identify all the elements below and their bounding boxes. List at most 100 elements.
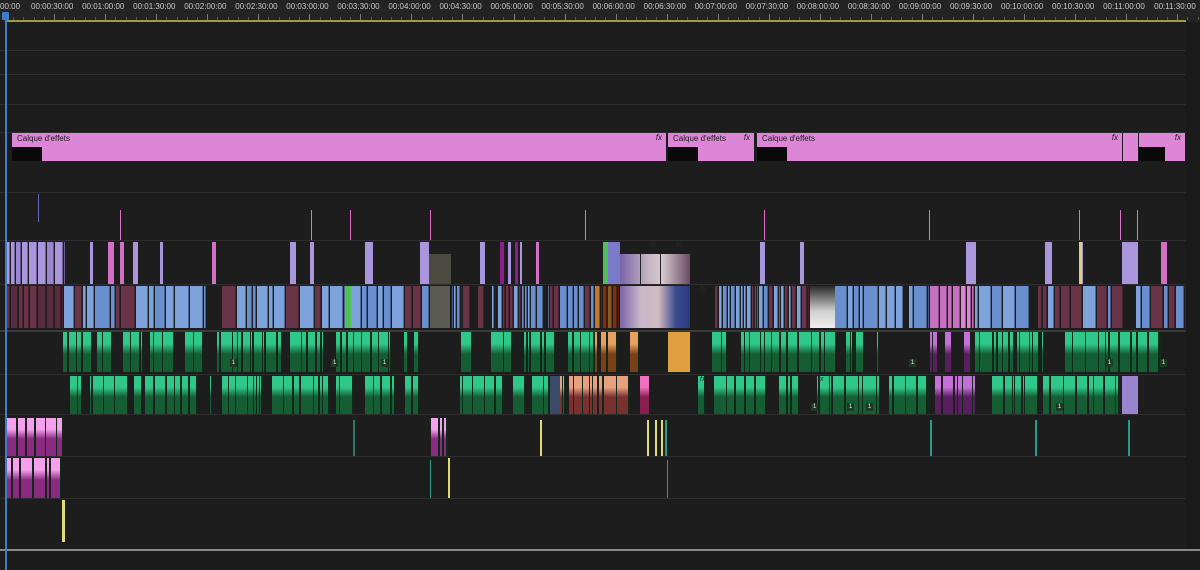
video-clip[interactable] [7,242,10,284]
video-clip[interactable] [751,286,754,328]
video-clip[interactable] [361,286,368,328]
video-clip[interactable] [757,286,759,328]
video-thumbnail[interactable] [620,286,690,328]
video-clip[interactable] [1003,286,1015,328]
audio-clip[interactable] [812,332,821,372]
audio-clip[interactable] [573,332,581,372]
video-clip[interactable] [864,286,879,328]
audio-clip[interactable] [1131,332,1138,372]
audio-clip[interactable] [133,376,143,414]
audio-clip[interactable] [761,332,765,372]
audio-clip[interactable] [1064,376,1077,414]
video-clip[interactable] [518,286,521,328]
audio-clip[interactable] [963,376,973,414]
video-clip[interactable] [1060,286,1071,328]
video-clip[interactable] [847,286,853,328]
clip-marker[interactable] [764,210,765,240]
audio-clip[interactable] [389,332,392,372]
audio-clip[interactable] [123,332,131,372]
audio-clip[interactable] [935,376,943,414]
audio-clip[interactable] [958,376,963,414]
audio-clip[interactable] [115,376,128,414]
video-clip[interactable] [773,286,778,328]
audio-clip[interactable] [184,332,194,372]
adjustment-clip[interactable]: Calque d'effets fx [668,133,754,161]
audio-clip[interactable] [97,332,103,372]
video-clip[interactable] [7,286,11,328]
audio-clip[interactable] [544,376,550,414]
audio-clip[interactable] [78,376,82,414]
video-clip[interactable] [741,286,744,328]
audio-clip[interactable] [70,376,78,414]
audio-clip[interactable] [289,332,302,372]
video-clip[interactable] [1048,286,1054,328]
audio-clip[interactable] [942,376,954,414]
audio-clip[interactable] [893,376,906,414]
video-clip[interactable] [420,242,429,284]
audio-clip[interactable] [341,332,348,372]
audio-clip[interactable] [140,332,144,372]
audio-clip[interactable] [569,376,574,414]
audio-clip[interactable] [277,332,282,372]
video-clip[interactable] [584,286,591,328]
audio-clip[interactable] [238,332,242,372]
video-clip[interactable] [506,286,509,328]
video-clip[interactable] [548,286,550,328]
audio-clip[interactable] [46,458,51,498]
video-clip[interactable] [16,242,22,284]
audio-clip[interactable] [62,500,65,542]
video-clip[interactable] [95,286,111,328]
audio-clip[interactable] [1004,376,1013,414]
audio-clip[interactable] [166,376,175,414]
clip-edit-point[interactable] [640,254,641,284]
time-ruler[interactable]: 00:00 00:00:30:00 00:01:00:00 00:01:30:00 00… [0,0,1200,22]
video-clip[interactable] [310,242,314,284]
audio-clip[interactable] [1015,376,1023,414]
audio-clip[interactable] [973,376,977,414]
video-clip[interactable] [1112,286,1124,328]
audio-clip[interactable] [443,418,447,456]
video-clip[interactable] [1107,286,1112,328]
audio-clip[interactable] [448,458,450,498]
audio-clip[interactable] [980,332,994,372]
audio-clip[interactable] [353,420,355,456]
clip-marker[interactable] [1120,210,1121,240]
audio-clip[interactable] [1137,332,1149,372]
audio-clip[interactable] [46,418,57,456]
video-clip[interactable] [329,286,344,328]
video-clip[interactable] [578,286,584,328]
video-clip[interactable] [1037,286,1042,328]
audio-clip[interactable] [877,376,881,414]
video-clip[interactable] [719,286,723,328]
video-clip[interactable] [736,286,741,328]
audio-clip[interactable] [1076,376,1089,414]
audio-clip[interactable] [189,376,198,414]
audio-clip[interactable] [461,332,473,372]
video-clip[interactable] [175,286,189,328]
video-clip[interactable] [133,242,138,284]
audio-clip[interactable] [563,376,565,414]
audio-clip[interactable] [149,332,154,372]
audio-clip[interactable] [607,332,618,372]
audio-clip[interactable] [590,332,594,372]
audio-clip[interactable] [712,332,722,372]
audio-clip[interactable] [975,332,980,372]
video-clip[interactable] [1169,286,1176,328]
audio-clip[interactable] [945,332,952,372]
video-clip[interactable] [607,286,613,328]
video-clip[interactable] [797,286,801,328]
video-clip[interactable] [591,286,594,328]
audio-clip[interactable] [1099,332,1106,372]
video-clip[interactable] [365,242,373,284]
audio-clip[interactable] [1020,332,1030,372]
video-clip[interactable] [1163,286,1168,328]
audio-clip[interactable] [772,332,781,372]
video-clip[interactable] [500,242,504,284]
video-clip[interactable] [315,286,321,328]
clip-marker[interactable] [38,194,39,222]
video-clip[interactable] [457,286,460,328]
video-clip[interactable] [120,242,124,284]
audio-clip[interactable] [354,332,362,372]
video-clip[interactable] [422,286,429,328]
video-clip[interactable] [63,242,65,284]
